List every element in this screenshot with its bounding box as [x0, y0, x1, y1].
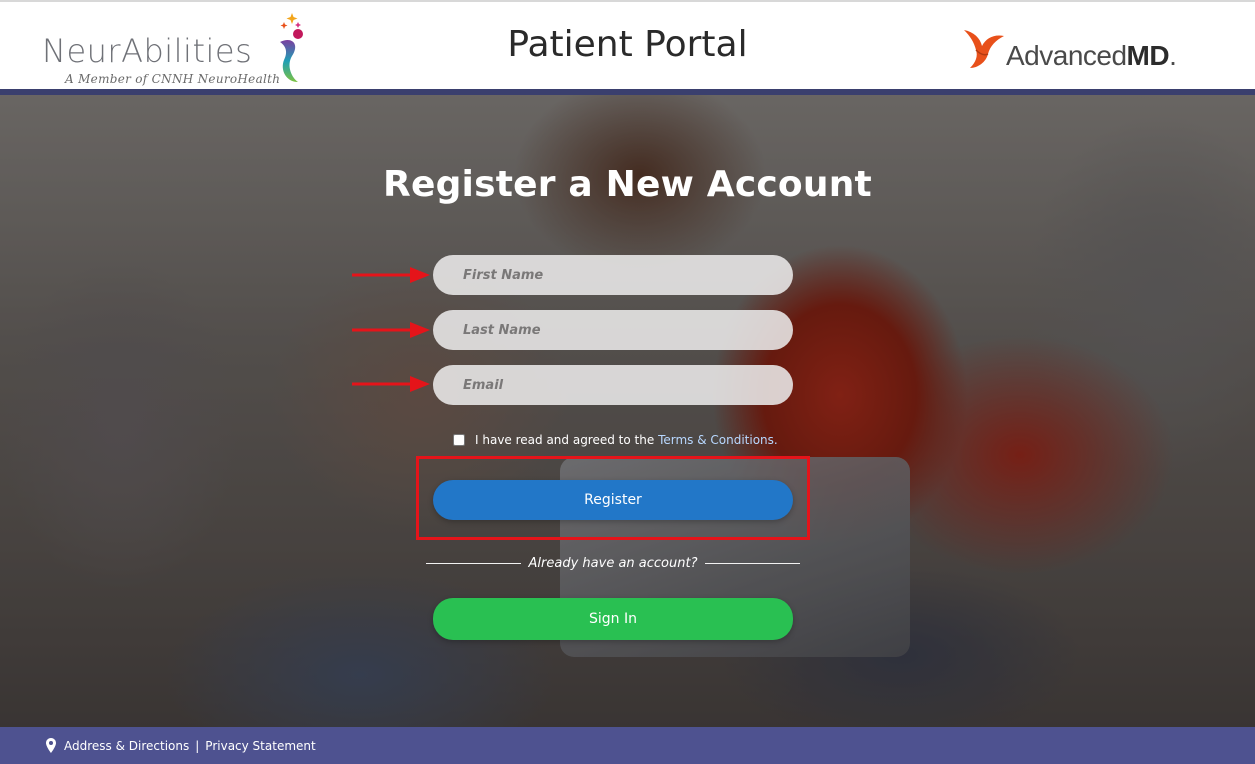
- terms-link[interactable]: Terms & Conditions.: [658, 433, 778, 447]
- annotation-arrow-icon: [352, 267, 430, 283]
- terms-text: I have read and agreed to the Terms & Co…: [475, 433, 778, 447]
- annotation-arrow-icon: [352, 322, 430, 338]
- annotation-arrow-icon: [352, 376, 430, 392]
- email-input[interactable]: [433, 365, 793, 405]
- first-name-input[interactable]: [433, 255, 793, 295]
- advancedmd-bird-icon: [964, 30, 1004, 68]
- terms-row: I have read and agreed to the Terms & Co…: [453, 432, 778, 448]
- header: NeurAbilities A Member of CNNH NeuroHeal…: [0, 0, 1255, 89]
- register-title: Register a New Account: [383, 164, 872, 205]
- sign-in-button[interactable]: Sign In: [433, 598, 793, 640]
- advancedmd-wordmark: AdvancedMD.: [1006, 40, 1177, 71]
- terms-checkbox[interactable]: [453, 434, 465, 446]
- account-divider: Already have an account?: [426, 554, 801, 572]
- address-directions-link[interactable]: Address & Directions: [64, 739, 189, 753]
- brand-subtitle: A Member of CNNH NeuroHealth: [65, 72, 281, 86]
- map-pin-icon: [46, 738, 56, 753]
- footer: Address & Directions | Privacy Statement: [0, 727, 1255, 764]
- divider-text: Already have an account?: [528, 555, 698, 571]
- advancedmd-logo[interactable]: AdvancedMD.: [962, 26, 1182, 74]
- footer-separator: |: [195, 738, 200, 753]
- privacy-statement-link[interactable]: Privacy Statement: [205, 739, 315, 753]
- last-name-input[interactable]: [433, 310, 793, 350]
- register-button[interactable]: Register: [433, 480, 793, 520]
